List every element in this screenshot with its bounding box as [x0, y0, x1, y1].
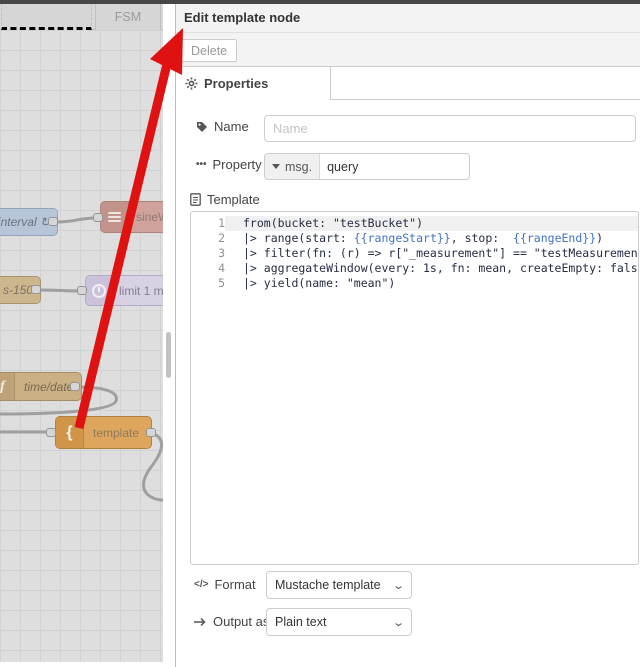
- node-port[interactable]: [70, 382, 80, 391]
- node-label: template: [93, 425, 140, 440]
- flow-tab-label: FSM: [114, 10, 142, 24]
- code-line: |> yield(name: "mean"): [243, 276, 396, 290]
- node-limit[interactable]: limit 1 ms: [85, 275, 163, 306]
- canvas-scroll-gap: [163, 0, 175, 667]
- node-port[interactable]: [48, 217, 58, 226]
- code-line: |> range(start: {{rangeStart}}, stop: {{…: [243, 231, 604, 245]
- line-number: 4: [218, 261, 225, 275]
- node-sinewave[interactable]: sineW: [100, 201, 163, 233]
- editor-lines: 1 from(bucket: "testBucket") 2 |> range(sta…: [191, 216, 638, 291]
- app-header-edge: [0, 0, 640, 4]
- line-number: 1: [218, 216, 225, 230]
- property-type-label: msg.: [285, 159, 313, 174]
- function-icon: f: [0, 373, 15, 400]
- template-field-label: Template: [190, 192, 260, 207]
- line-number: 3: [218, 246, 225, 260]
- node-port[interactable]: [146, 428, 156, 437]
- delete-button[interactable]: Delete: [181, 39, 238, 62]
- curly-brace-icon: {: [56, 417, 84, 448]
- edit-template-dialog: Edit template node Delete Properties Nam…: [175, 0, 640, 667]
- flow-canvas[interactable]: FSM interval ↻ sineW s-150 limit 1 ms f …: [0, 0, 163, 662]
- format-select[interactable]: Mustache template ⌄: [266, 571, 412, 599]
- node-label: limit 1 ms: [119, 283, 163, 298]
- output-field-label: Output as: [194, 614, 269, 629]
- node-template[interactable]: { template: [55, 416, 152, 449]
- output-select[interactable]: Plain text ⌄: [266, 608, 412, 636]
- node-red-app: FSM interval ↻ sineW s-150 limit 1 ms f …: [0, 0, 640, 667]
- flow-tab-fsm[interactable]: FSM: [95, 3, 161, 30]
- code-brackets-icon: </>: [194, 579, 209, 590]
- node-label: sineW: [136, 210, 163, 224]
- chevron-down-icon: ⌄: [391, 616, 405, 629]
- line-number: 5: [218, 276, 225, 290]
- property-field-label: ••• Property: [196, 157, 262, 172]
- dialog-button-row: Delete: [176, 33, 640, 67]
- chevron-down-icon: [272, 164, 280, 169]
- node-port[interactable]: [93, 213, 103, 222]
- code-line: |> aggregateWindow(every: 1s, fn: mean, …: [243, 261, 639, 275]
- line-number: 2: [218, 231, 225, 245]
- name-input[interactable]: [264, 115, 636, 142]
- node-label: interval ↻: [0, 215, 50, 229]
- node-port[interactable]: [46, 428, 56, 437]
- wire-layer: [0, 216, 163, 502]
- code-line: |> filter(fn: (r) => r["_measurement"] =…: [243, 246, 639, 260]
- flow-tab-partial[interactable]: [1, 3, 92, 30]
- tab-label: Properties: [204, 76, 269, 91]
- property-typed-input[interactable]: msg. query: [264, 153, 470, 180]
- format-field-label: </> Format: [194, 577, 256, 592]
- code-line: from(bucket: "testBucket"): [225, 216, 638, 231]
- tag-icon: [196, 121, 208, 133]
- node-port[interactable]: [31, 285, 41, 294]
- dialog-tab-row: Properties: [176, 67, 640, 100]
- output-select-value: Plain text: [275, 615, 327, 629]
- property-type-button[interactable]: msg.: [265, 154, 321, 179]
- gear-icon: [185, 77, 198, 90]
- dialog-header: Edit template node: [176, 4, 640, 33]
- arrow-right-icon: [194, 617, 207, 627]
- wire[interactable]: [54, 216, 97, 224]
- flow-tabbar: FSM: [0, 0, 163, 30]
- format-select-value: Mustache template: [275, 578, 381, 592]
- wire[interactable]: [37, 288, 82, 293]
- dialog-title: Edit template node: [184, 10, 301, 25]
- tab-row-border: [331, 99, 640, 100]
- node-label: s-150: [2, 283, 33, 297]
- name-field-label: Name: [196, 119, 249, 134]
- tab-properties[interactable]: Properties: [176, 67, 331, 100]
- template-code-editor[interactable]: 1 from(bucket: "testBucket") 2 |> range(sta…: [190, 211, 639, 565]
- node-port[interactable]: [77, 286, 87, 295]
- chevron-down-icon: ⌄: [391, 579, 405, 592]
- ellipsis-icon: •••: [196, 159, 207, 170]
- node-label: time/date: [24, 379, 74, 394]
- waveform-icon: [101, 202, 129, 232]
- timer-icon: [86, 276, 113, 305]
- file-code-icon: [190, 193, 201, 206]
- vertical-scrollbar-thumb[interactable]: [166, 332, 171, 378]
- property-value-input[interactable]: query: [320, 154, 469, 179]
